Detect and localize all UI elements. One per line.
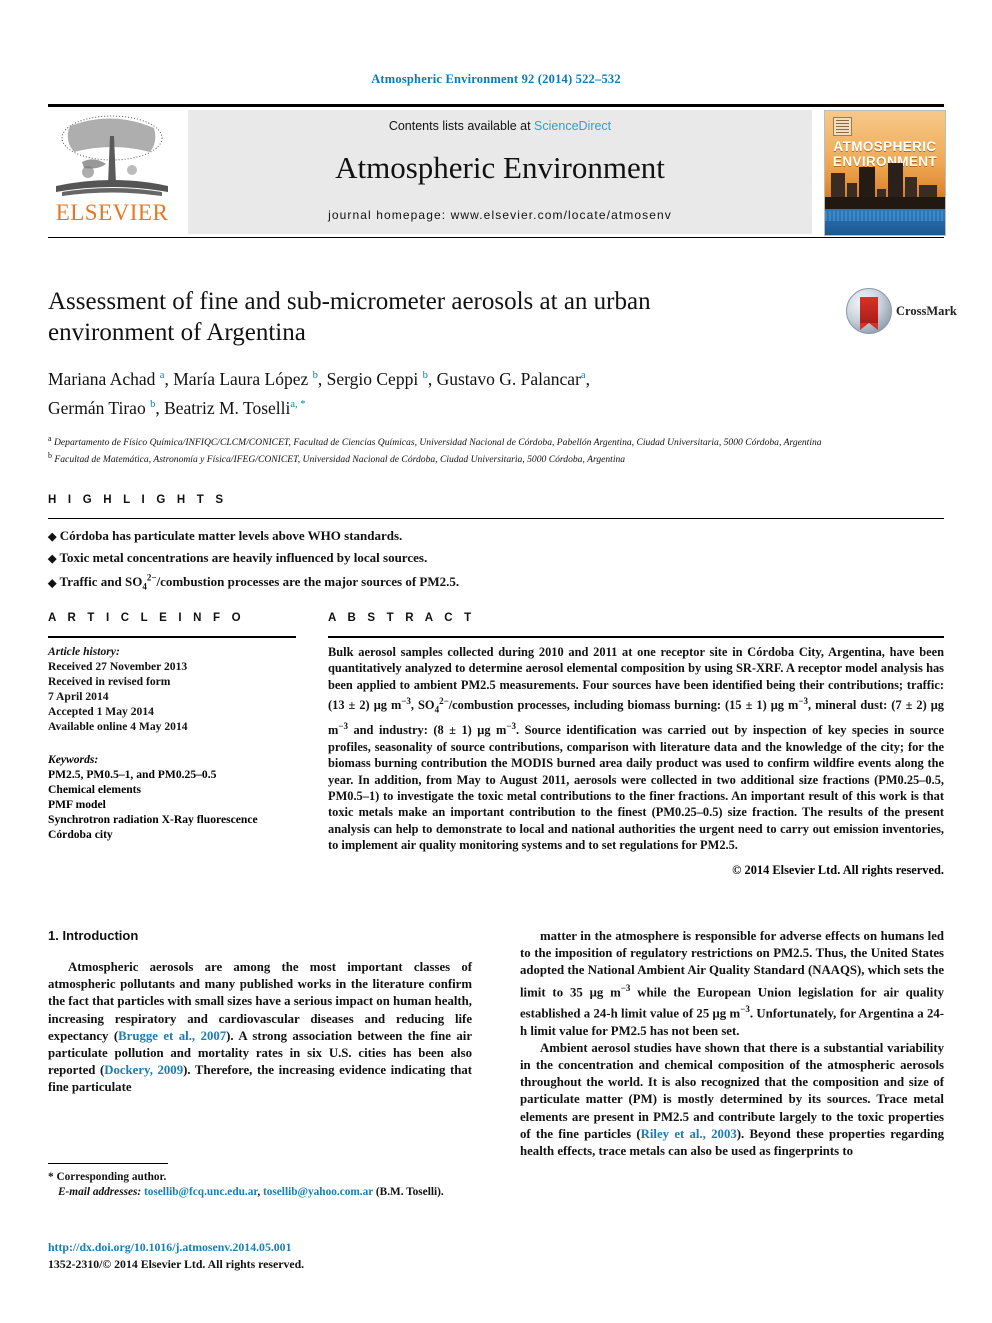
keyword-item: PMF model: [48, 798, 106, 811]
issn-copyright-line: 1352-2310/© 2014 Elsevier Ltd. All right…: [48, 1257, 305, 1271]
cover-title-line1: ATMOSPHERIC: [833, 139, 937, 154]
journal-title: Atmospheric Environment: [335, 150, 665, 185]
list-item: ◆ Traffic and SO42−/combustion processes…: [48, 569, 944, 597]
highlight-text: Toxic metal concentrations are heavily i…: [59, 549, 428, 565]
footnote-rule: [48, 1163, 168, 1164]
doi-link[interactable]: http://dx.doi.org/10.1016/j.atmosenv.201…: [48, 1240, 548, 1255]
corresponding-author-footnote: * Corresponding author. E-mail addresses…: [48, 1163, 472, 1200]
author-list: Mariana Achad a, María Laura López b, Se…: [48, 363, 758, 421]
crossmark-label: CrossMark: [896, 304, 957, 318]
paper-page: Atmospheric Environment 92 (2014) 522–53…: [0, 0, 992, 1323]
cover-title-line2: ENVIRONMENT: [832, 154, 938, 169]
keyword-item: Córdoba city: [48, 828, 113, 841]
masthead-center-band: Contents lists available at ScienceDirec…: [188, 110, 812, 234]
intro-paragraph-right-1: matter in the atmosphere is responsible …: [520, 929, 945, 1038]
article-head: CrossMark Assessment of fine and sub-mic…: [48, 286, 957, 467]
article-history: Article history: Received 27 November 20…: [48, 644, 296, 734]
journal-cover-thumbnail: ATMOSPHERIC ENVIRONMENT: [824, 110, 946, 236]
cover-title: ATMOSPHERIC ENVIRONMENT: [825, 139, 945, 169]
abstract-text: Bulk aerosol samples collected during 20…: [328, 645, 944, 853]
affiliations: a Departamento de Físico Química/INFIQC/…: [48, 432, 838, 467]
highlights-heading: H I G H L I G H T S: [48, 494, 228, 506]
article-history-label: Article history:: [48, 645, 120, 658]
body-column-left: 1. Introduction Atmospheric aerosols are…: [48, 928, 472, 1097]
affiliation-b: b Facultad de Matemática, Astronomía y F…: [48, 451, 626, 466]
intro-paragraph-left: Atmospheric aerosols are among the most …: [48, 960, 473, 1095]
highlights-rule: [48, 518, 944, 519]
doi-block: http://dx.doi.org/10.1016/j.atmosenv.201…: [48, 1240, 548, 1272]
crossmark-circle-icon: [846, 288, 892, 334]
journal-running-head: Atmospheric Environment 92 (2014) 522–53…: [371, 72, 621, 86]
body-column-right: matter in the atmosphere is responsible …: [520, 928, 944, 1160]
highlights-list: ◆ Córdoba has particulate matter levels …: [48, 526, 944, 597]
footnote-corresponding: * Corresponding author.: [48, 1171, 167, 1183]
abstract-copyright: © 2014 Elsevier Ltd. All rights reserved…: [732, 862, 944, 877]
email-link-2[interactable]: tosellib@yahoo.com.ar: [263, 1186, 373, 1198]
highlight-text: Traffic and SO42−/combustion processes a…: [59, 573, 460, 592]
email-label: E-mail addresses:: [58, 1186, 142, 1198]
bullet-icon: ◆: [48, 531, 57, 543]
list-item: ◆ Córdoba has particulate matter levels …: [48, 526, 944, 548]
affiliation-a: a Departamento de Físico Química/INFIQC/…: [48, 433, 822, 448]
journal-homepage[interactable]: journal homepage: www.elsevier.com/locat…: [188, 208, 812, 222]
cover-emblem-icon: [833, 117, 852, 136]
keywords-label: Keywords:: [48, 753, 99, 766]
abstract-column: A B S T R A C T Bulk aerosol samples col…: [328, 612, 944, 878]
history-item: 7 April 2014: [48, 690, 109, 703]
email-owner: (B.M. Toselli).: [375, 1186, 444, 1198]
history-item: Available online 4 May 2014: [48, 720, 188, 733]
abstract-heading: A B S T R A C T: [328, 612, 476, 624]
contents-available-line: Contents lists available at ScienceDirec…: [188, 119, 812, 133]
history-item: Accepted 1 May 2014: [48, 705, 154, 718]
highlights-section: H I G H L I G H T S ◆ Córdoba has partic…: [48, 494, 944, 597]
masthead-top-rule: [48, 104, 944, 107]
history-item: Received in revised form: [48, 675, 171, 688]
keywords-list: Keywords: PM2.5, PM0.5–1, and PM0.25–0.5…: [48, 752, 296, 842]
footnote-emails: E-mail addresses: tosellib@fcq.unc.edu.a…: [58, 1186, 444, 1198]
cover-artwork: ATMOSPHERIC ENVIRONMENT: [825, 111, 945, 235]
contents-prefix: Contents lists available at: [388, 119, 535, 133]
email-link-1[interactable]: tosellib@fcq.unc.edu.ar: [144, 1186, 257, 1198]
elsevier-tree-icon: [56, 115, 168, 196]
author-line-2: Germán Tirao b, Beatriz M. Tosellia, *: [48, 397, 306, 418]
crossmark-bookmark-icon: [860, 297, 878, 330]
article-info-column: A R T I C L E I N F O Article history: R…: [48, 612, 296, 842]
cover-water-band: [825, 209, 945, 235]
list-item: ◆ Toxic metal concentrations are heavily…: [48, 548, 944, 570]
elsevier-wordmark: ELSEVIER: [55, 200, 169, 225]
keyword-item: Chemical elements: [48, 783, 142, 796]
article-info-rule: [48, 636, 296, 638]
elsevier-logo: ELSEVIER: [48, 110, 176, 234]
bullet-icon: ◆: [48, 577, 57, 590]
intro-paragraph-right-2: Ambient aerosol studies have shown that …: [520, 1040, 944, 1158]
bullet-icon: ◆: [48, 552, 57, 565]
journal-masthead: ELSEVIER Contents lists available at Sci…: [48, 104, 946, 238]
masthead-bottom-rule: [48, 237, 944, 238]
author-line-1: Mariana Achad a, María Laura López b, Se…: [48, 368, 590, 389]
keyword-item: PM2.5, PM0.5–1, and PM0.25–0.5: [48, 768, 217, 781]
article-info-heading: A R T I C L E I N F O: [48, 612, 245, 624]
history-item: Received 27 November 2013: [48, 660, 188, 673]
section-heading-introduction: 1. Introduction: [48, 928, 139, 943]
keyword-item: Synchrotron radiation X-Ray fluorescence: [48, 813, 258, 826]
sciencedirect-link[interactable]: ScienceDirect: [534, 119, 611, 133]
highlight-text: Córdoba has particulate matter levels ab…: [59, 528, 403, 543]
abstract-rule: [328, 636, 944, 638]
page-title: Assessment of fine and sub-micrometer ae…: [48, 288, 651, 346]
crossmark-badge[interactable]: CrossMark: [846, 288, 957, 338]
